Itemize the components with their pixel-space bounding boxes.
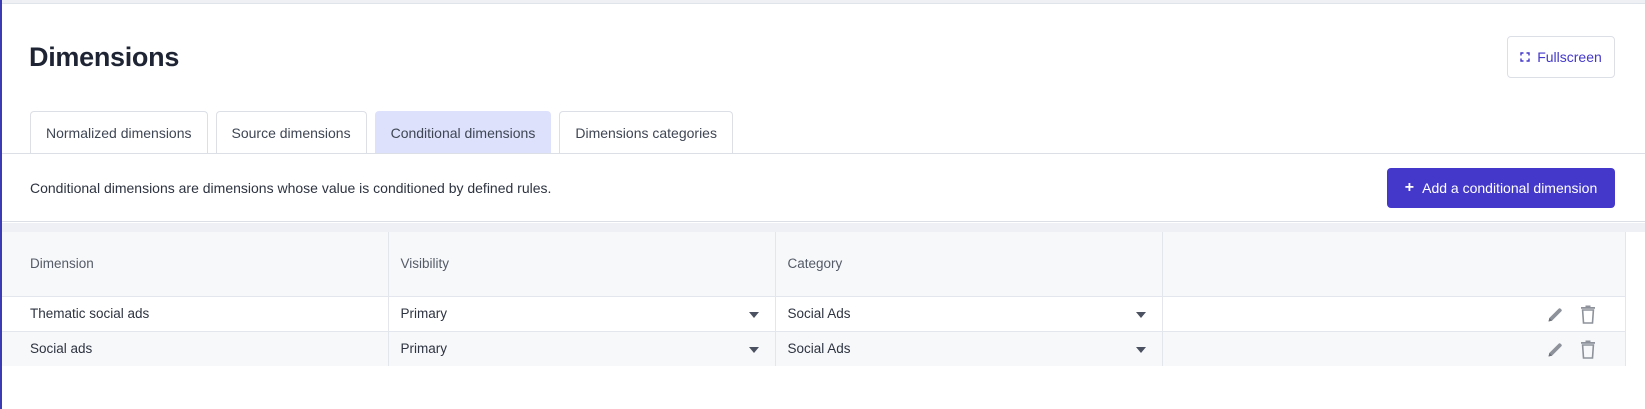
- page-bottom: [2, 366, 1645, 409]
- fullscreen-button[interactable]: Fullscreen: [1507, 36, 1615, 78]
- page-title: Dimensions: [29, 42, 180, 72]
- visibility-value: Primary: [400, 341, 448, 356]
- tab-conditional-dimensions[interactable]: Conditional dimensions: [374, 111, 552, 154]
- column-header-actions: [1162, 232, 1626, 297]
- tab-source-dimensions[interactable]: Source dimensions: [215, 111, 367, 154]
- column-header-visibility[interactable]: Visibility: [388, 232, 776, 297]
- table-row: Social ads Primary Social Ads: [2, 331, 1626, 367]
- visibility-select[interactable]: Primary: [388, 296, 776, 332]
- tab-dimensions-categories[interactable]: Dimensions categories: [559, 111, 733, 154]
- delete-trash-icon[interactable]: [1579, 305, 1597, 325]
- fullscreen-icon: [1520, 52, 1530, 62]
- section-spacer: [2, 223, 1645, 232]
- category-select[interactable]: Social Ads: [775, 296, 1163, 332]
- dimension-name-cell: Social ads: [2, 331, 389, 367]
- category-select[interactable]: Social Ads: [775, 331, 1163, 367]
- tab-normalized-dimensions[interactable]: Normalized dimensions: [30, 111, 208, 154]
- chevron-down-icon: [1135, 346, 1146, 353]
- edit-pencil-icon[interactable]: [1546, 305, 1564, 325]
- chevron-down-icon: [748, 311, 759, 318]
- table-row: Thematic social ads Primary Social Ads: [2, 296, 1626, 332]
- chevron-down-icon: [1135, 311, 1146, 318]
- add-button-label: Add a conditional dimension: [1422, 180, 1598, 196]
- table-header-row: Dimension Visibility Category: [2, 232, 1626, 297]
- fullscreen-label: Fullscreen: [1537, 49, 1602, 65]
- row-actions-cell: [1162, 296, 1626, 332]
- add-conditional-dimension-button[interactable]: + Add a conditional dimension: [1387, 168, 1615, 208]
- chevron-down-icon: [748, 346, 759, 353]
- dimension-name-cell: Thematic social ads: [2, 296, 389, 332]
- column-header-dimension[interactable]: Dimension: [2, 232, 389, 297]
- app-frame: Dimensions Fullscreen Normalized dimensi…: [0, 0, 1645, 409]
- row-actions-cell: [1162, 331, 1626, 367]
- edit-pencil-icon[interactable]: [1546, 340, 1564, 360]
- dimensions-table: Dimension Visibility Category Thematic s…: [2, 232, 1626, 367]
- column-header-category[interactable]: Category: [775, 232, 1163, 297]
- category-value: Social Ads: [787, 306, 851, 321]
- visibility-value: Primary: [400, 306, 448, 321]
- description-bar: Conditional dimensions are dimensions wh…: [2, 154, 1645, 222]
- category-value: Social Ads: [787, 341, 851, 356]
- tab-bar: Normalized dimensions Source dimensions …: [30, 111, 733, 154]
- visibility-select[interactable]: Primary: [388, 331, 776, 367]
- delete-trash-icon[interactable]: [1579, 340, 1597, 360]
- table-scroll-gutter: [1625, 232, 1645, 366]
- plus-icon: +: [1404, 179, 1415, 196]
- description-text: Conditional dimensions are dimensions wh…: [30, 180, 552, 196]
